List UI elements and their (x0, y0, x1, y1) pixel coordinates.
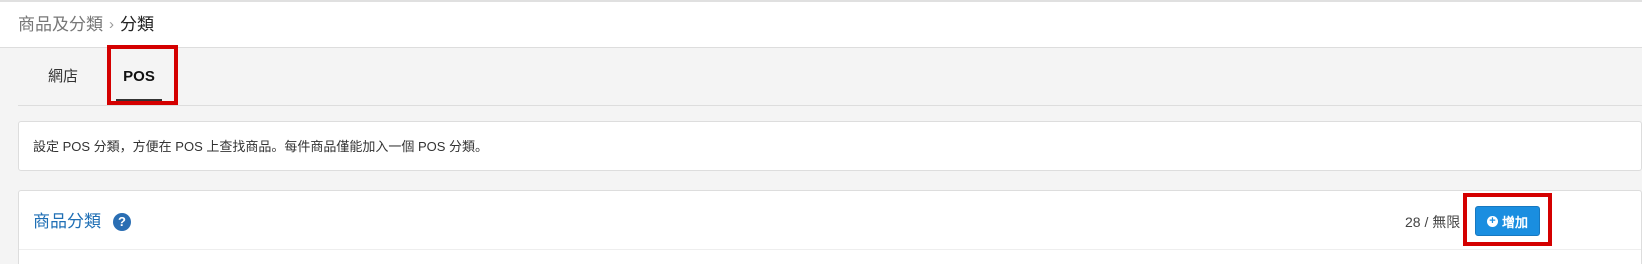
category-count: 28 / 無限 (1405, 214, 1461, 230)
tab-online-store[interactable]: 網店 (32, 48, 94, 106)
breadcrumb-current: 分類 (120, 15, 154, 34)
active-tab-indicator (116, 99, 162, 102)
panel-divider (19, 249, 1641, 250)
tab-pos-label: POS (123, 68, 155, 85)
plus-circle-icon: + (1486, 215, 1498, 227)
question-circle-icon[interactable]: ? (113, 213, 131, 231)
category-panel-header: 商品分類 ? (33, 211, 131, 233)
tab-bar: 網店 POS (18, 48, 1642, 106)
category-panel-title: 商品分類 (33, 212, 101, 231)
category-panel: 商品分類 ? 28 / 無限 + 增加 (18, 190, 1642, 264)
info-text: 設定 POS 分類，方便在 POS 上查找商品。每件商品僅能加入一個 POS 分… (33, 139, 489, 154)
breadcrumb-separator-icon: › (109, 16, 114, 33)
add-button-label: 增加 (1501, 214, 1528, 230)
breadcrumb-parent-link[interactable]: 商品及分類 (18, 14, 103, 36)
breadcrumb: 商品及分類 › 分類 (18, 14, 154, 36)
tab-pos[interactable]: POS (114, 48, 164, 106)
add-category-button[interactable]: + 增加 (1475, 206, 1540, 236)
top-bar: 商品及分類 › 分類 (0, 0, 1642, 48)
info-panel: 設定 POS 分類，方便在 POS 上查找商品。每件商品僅能加入一個 POS 分… (18, 121, 1642, 171)
